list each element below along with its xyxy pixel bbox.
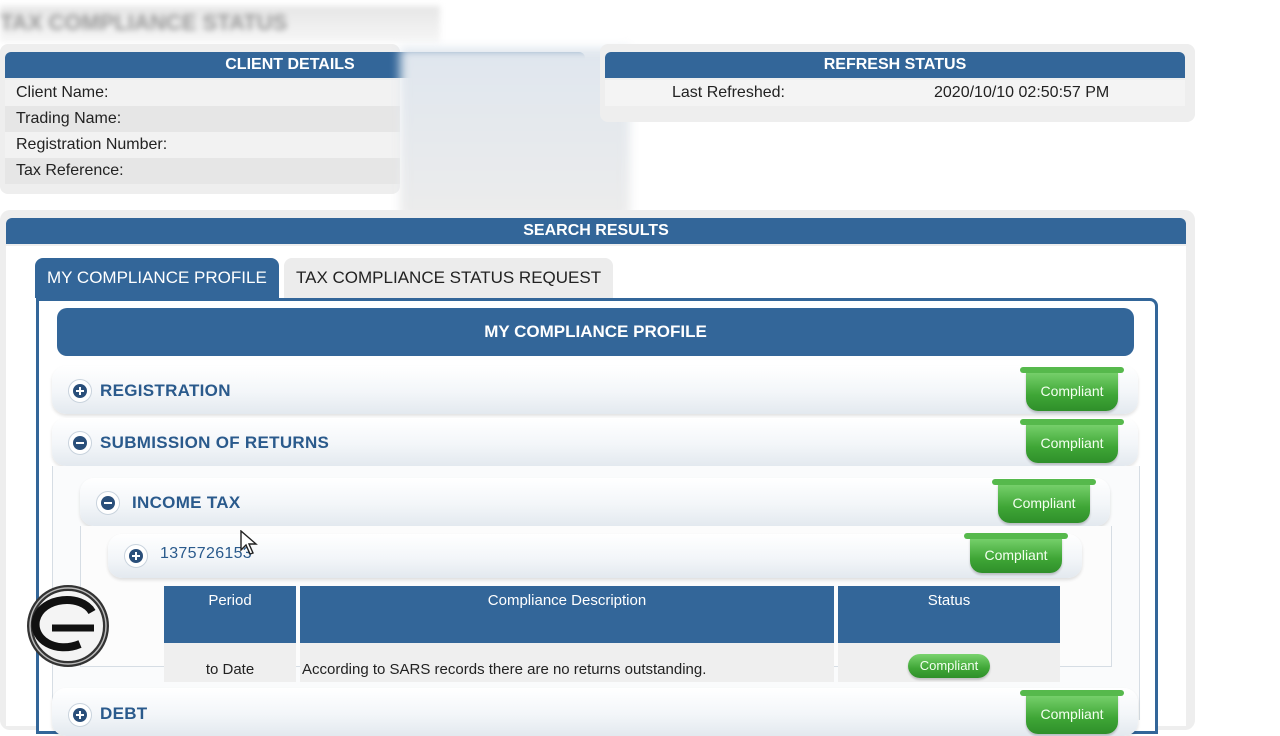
search-results-header: SEARCH RESULTS — [6, 218, 1186, 244]
compliant-badge: Compliant — [908, 654, 990, 678]
column-header-description: Compliance Description — [300, 586, 834, 643]
status-cell: Compliant — [838, 643, 1060, 682]
compliant-badge: Compliant — [1020, 367, 1124, 411]
table-row: to Date According to SARS records there … — [164, 643, 1060, 682]
collapse-minus-icon[interactable] — [68, 431, 92, 455]
tax-reference-label: Tax Reference: — [16, 162, 124, 179]
mouse-cursor-icon — [240, 530, 258, 555]
tab-tax-compliance-status-request[interactable]: TAX COMPLIANCE STATUS REQUEST — [284, 258, 614, 298]
section-debt[interactable] — [52, 688, 1138, 736]
client-name-label: Client Name: — [16, 84, 109, 101]
compliance-table: Period Compliance Description Status to … — [160, 586, 1064, 682]
trading-name-label: Trading Name: — [16, 110, 122, 127]
expand-plus-icon[interactable] — [68, 379, 92, 403]
tab-my-compliance-profile[interactable]: MY COMPLIANCE PROFILE — [35, 258, 279, 298]
period-cell: to Date — [164, 643, 296, 682]
section-label: SUBMISSION OF RETURNS — [100, 433, 330, 452]
page-title: TAX COMPLIANCE STATUS — [0, 6, 440, 42]
compliant-badge: Compliant — [964, 533, 1068, 573]
client-values-redacted — [400, 48, 630, 218]
section-label: INCOME TAX — [132, 493, 241, 512]
last-refreshed-label: Last Refreshed: — [672, 84, 785, 101]
section-label: DEBT — [100, 704, 148, 723]
compliant-badge: Compliant — [992, 479, 1096, 523]
expand-plus-icon[interactable] — [68, 703, 92, 727]
compliant-badge: Compliant — [1020, 690, 1124, 734]
description-cell: According to SARS records there are no r… — [300, 643, 834, 682]
collapse-minus-icon[interactable] — [96, 491, 120, 515]
registration-number-label: Registration Number: — [16, 136, 168, 153]
column-header-period: Period — [164, 586, 296, 643]
refresh-status-header: REFRESH STATUS — [605, 52, 1185, 78]
last-refreshed-value: 2020/10/10 02:50:57 PM — [934, 84, 1110, 101]
section-label: 1375726153 — [160, 545, 252, 562]
watermark-logo — [27, 585, 109, 667]
column-header-status: Status — [838, 586, 1060, 643]
expand-plus-icon[interactable] — [124, 544, 148, 568]
section-label: REGISTRATION — [100, 381, 231, 400]
compliant-badge: Compliant — [1020, 419, 1124, 463]
profile-title-bar: MY COMPLIANCE PROFILE — [57, 308, 1134, 356]
